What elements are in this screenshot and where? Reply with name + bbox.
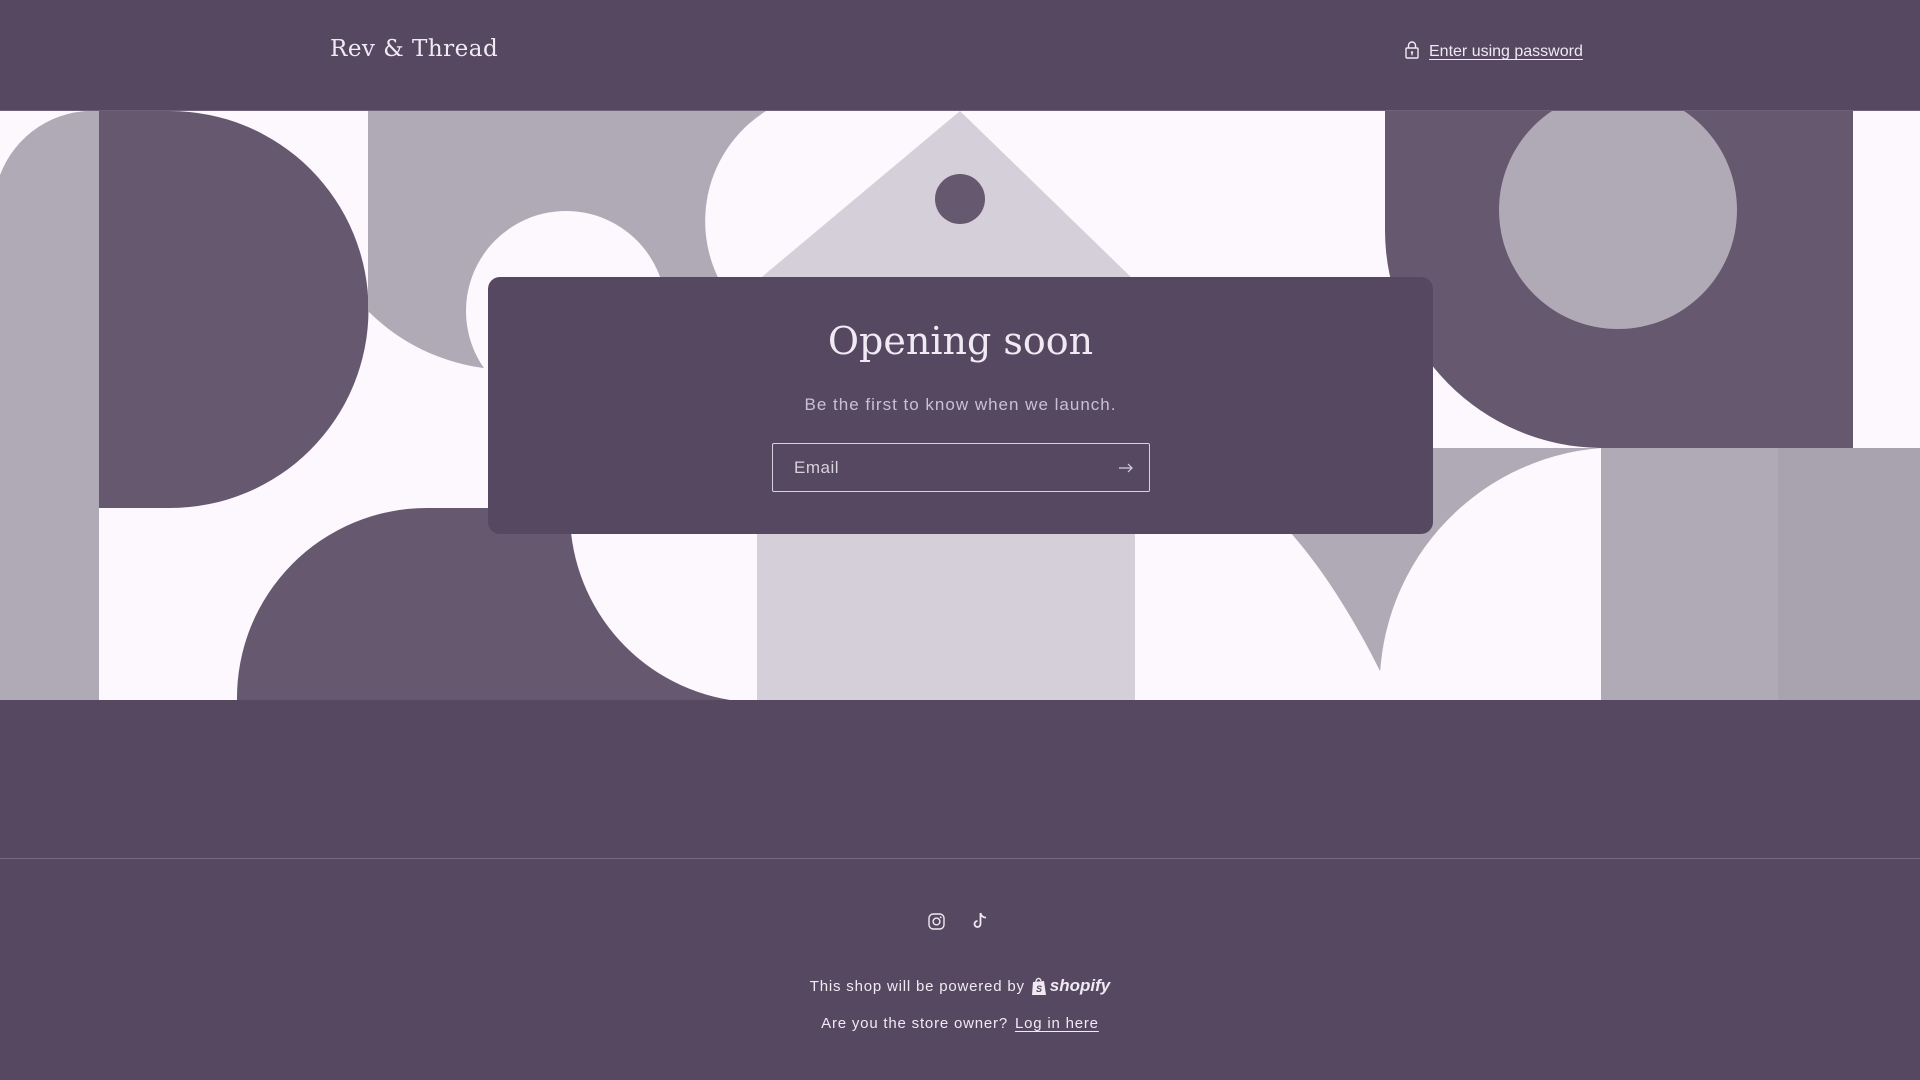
enter-password-label: Enter using password bbox=[1429, 43, 1583, 60]
enter-password-link[interactable]: Enter using password bbox=[1404, 40, 1583, 64]
spacer-band bbox=[0, 700, 1920, 859]
email-field-wrapper bbox=[772, 443, 1150, 492]
store-owner-line: Are you the store owner? Log in here bbox=[0, 1015, 1920, 1032]
tiktok-icon bbox=[972, 912, 988, 934]
social-links bbox=[926, 912, 990, 934]
brand-name[interactable]: Rev & Thread bbox=[330, 36, 498, 62]
svg-text:S: S bbox=[1036, 984, 1042, 994]
arrow-right-icon bbox=[1118, 463, 1134, 473]
tiktok-link[interactable] bbox=[970, 912, 990, 934]
subscribe-button[interactable] bbox=[1113, 456, 1139, 480]
shopify-bag-icon: S bbox=[1031, 977, 1046, 995]
lock-icon bbox=[1404, 40, 1420, 64]
newsletter-card: Opening soon Be the first to know when w… bbox=[488, 277, 1433, 534]
instagram-link[interactable] bbox=[926, 912, 946, 934]
site-footer: This shop will be powered by S shopify A… bbox=[0, 860, 1920, 1080]
site-header: Rev & Thread Enter using password bbox=[0, 0, 1920, 111]
email-field[interactable] bbox=[773, 444, 1093, 491]
powered-by-text: This shop will be powered by bbox=[809, 977, 1025, 995]
powered-by: This shop will be powered by S shopify bbox=[0, 976, 1920, 996]
store-owner-text: Are you the store owner? bbox=[821, 1015, 1008, 1032]
shopify-wordmark: shopify bbox=[1049, 976, 1111, 995]
page-subtitle: Be the first to know when we launch. bbox=[804, 395, 1117, 414]
hero-banner: Opening soon Be the first to know when w… bbox=[0, 111, 1920, 700]
instagram-icon bbox=[927, 912, 945, 934]
shopify-logo[interactable]: S shopify bbox=[1031, 976, 1110, 996]
login-link[interactable]: Log in here bbox=[1015, 1015, 1099, 1032]
page-title: Opening soon bbox=[827, 319, 1094, 363]
